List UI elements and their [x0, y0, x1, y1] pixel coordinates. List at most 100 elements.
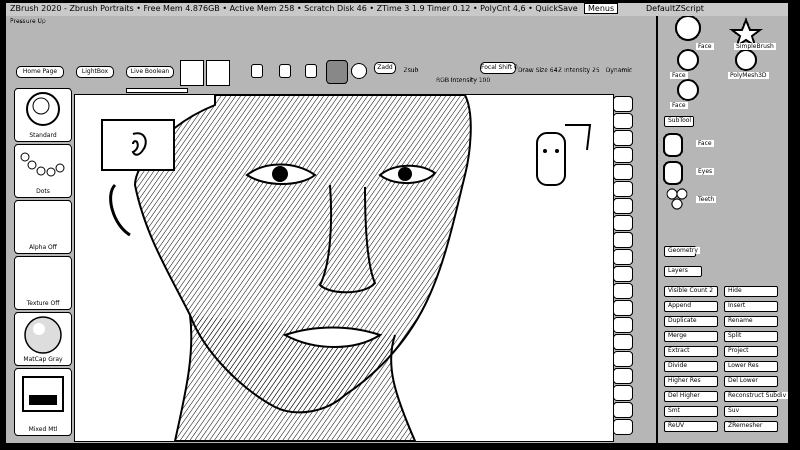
zadd-button[interactable]: Zadd [374, 62, 396, 74]
geometry-header[interactable]: Geometry [664, 246, 700, 257]
subtool-item-face[interactable]: Face [696, 140, 714, 147]
tool-palette: Face SimpleBrush Face PolyMesh3D Face Su… [656, 16, 788, 443]
rgb-intensity-slider[interactable]: RGB Intensity 100 [436, 76, 490, 86]
right-tool-floor[interactable] [613, 232, 633, 248]
edit-button[interactable] [180, 60, 204, 86]
palette-row-label: Rename [726, 317, 755, 324]
palette-row-label: Reconstruct Subdiv [726, 392, 788, 399]
live-boolean-button[interactable]: Live Boolean [126, 66, 174, 78]
right-tool-ghost[interactable] [613, 385, 633, 401]
menus-button[interactable]: Menus [584, 3, 619, 14]
palette-row-label: Split [726, 332, 744, 339]
right-tool-actual[interactable] [613, 164, 633, 180]
brush-slot-label: Standard [29, 132, 57, 139]
palette-row-reconstruct-subdiv[interactable]: Reconstruct Subdiv [724, 391, 788, 402]
alpha-slot-label: Alpha Off [29, 244, 57, 251]
palette-row-split[interactable]: Split [724, 331, 778, 342]
right-tool-line-fill[interactable] [613, 334, 633, 350]
ribbon-divider [126, 88, 188, 93]
draw-button[interactable] [206, 60, 230, 86]
palette-row-label: ReUV [666, 422, 687, 429]
palette-row-hide[interactable]: Hide [724, 286, 778, 297]
palette-row-reuv[interactable]: ReUV [664, 421, 718, 432]
palette-row-label: Project [726, 347, 751, 354]
palette-row-lower-res[interactable]: Lower Res [724, 361, 778, 372]
subtool-item-eyes[interactable]: Eyes [696, 168, 715, 175]
palette-row-smt[interactable]: Smt [664, 406, 718, 417]
palette-row-divide[interactable]: Divide [664, 361, 718, 372]
palette-row-suv[interactable]: Suv [724, 406, 778, 417]
zsub-button[interactable]: Zsub [400, 66, 422, 76]
scale-mode-button[interactable] [279, 64, 291, 78]
palette-row-append[interactable]: Append [664, 301, 718, 312]
palette-row-project[interactable]: Project [724, 346, 778, 357]
palette-row-label: Insert [726, 302, 748, 309]
palette-row-label: Del Higher [666, 392, 702, 399]
window-title: ZBrush 2020 - Zbrush Portraits • Free Me… [10, 4, 578, 13]
stroke-slot[interactable]: Dots [14, 144, 72, 198]
palette-row-label: Visible Count 2 [666, 287, 716, 294]
right-tool-move[interactable] [613, 283, 633, 299]
tool-label-1: Face [696, 43, 714, 50]
right-tool-polyf[interactable] [613, 351, 633, 367]
material-slot[interactable]: MatCap Gray [14, 312, 72, 366]
rotate-mode-button[interactable] [305, 64, 317, 78]
right-tool-transp[interactable] [613, 368, 633, 384]
draw-size-slider[interactable]: Draw Size 64 [518, 66, 557, 76]
color-slot[interactable]: Mixed Mtl [14, 368, 72, 436]
palette-row-del-lower[interactable]: Del Lower [724, 376, 778, 387]
layers-header[interactable]: Layers [664, 266, 702, 277]
matcap-sphere-icon [24, 316, 62, 354]
right-tool-frame[interactable] [613, 266, 633, 282]
lightbox-button[interactable]: LightBox [76, 66, 114, 78]
document-canvas[interactable] [74, 94, 614, 442]
palette-row-zremesher[interactable]: ZRemesher [724, 421, 778, 432]
subtool-item-teeth[interactable]: Teeth [696, 196, 717, 203]
material-swatch[interactable] [326, 60, 348, 84]
left-shelf: Standard Dots Alpha Off Texture Off MatC… [14, 88, 72, 440]
z-intensity-slider[interactable]: Z Intensity 25 [558, 66, 600, 76]
palette-row-label: Hide [726, 287, 744, 294]
move-mode-button[interactable] [251, 64, 263, 78]
right-tool-bpr[interactable] [613, 96, 633, 112]
right-tool-aahalf[interactable] [613, 181, 633, 197]
right-tool-dynamic[interactable] [613, 198, 633, 214]
palette-row-label: Smt [666, 407, 683, 414]
texture-slot-label: Texture Off [26, 300, 60, 307]
subtool-header[interactable]: SubTool [664, 116, 694, 127]
palette-row-del-higher[interactable]: Del Higher [664, 391, 718, 402]
palette-row-extract[interactable]: Extract [664, 346, 718, 357]
right-tool-scale[interactable] [613, 300, 633, 316]
right-tool-xpose[interactable] [613, 419, 633, 435]
right-tool-solo[interactable] [613, 402, 633, 418]
brush-slot[interactable]: Standard [14, 88, 72, 142]
palette-row-visible-count-2[interactable]: Visible Count 2 [664, 286, 718, 297]
palette-row-merge[interactable]: Merge [664, 331, 718, 342]
title-bar: ZBrush 2020 - Zbrush Portraits • Free Me… [6, 3, 788, 16]
palette-row-label: Append [666, 302, 694, 309]
home-page-button[interactable]: Home Page [16, 66, 64, 78]
alpha-slot[interactable]: Alpha Off [14, 200, 72, 254]
palette-row-label: Suv [726, 407, 742, 414]
tool-label-4: PolyMesh3D [728, 72, 769, 79]
right-tool-persp[interactable] [613, 215, 633, 231]
palette-row-label: Divide [666, 362, 690, 369]
right-tool-rotate[interactable] [613, 317, 633, 333]
color-picker-icon[interactable] [351, 63, 367, 79]
palette-row-duplicate[interactable]: Duplicate [664, 316, 718, 327]
palette-row-label: Duplicate [666, 317, 699, 324]
dynamic-button[interactable]: Dynamic [602, 66, 636, 76]
right-tool-scroll[interactable] [613, 130, 633, 146]
texture-slot[interactable]: Texture Off [14, 256, 72, 310]
top-ribbon: Home Page LightBox Live Boolean Zadd Zsu… [6, 16, 652, 93]
right-tool-local[interactable] [613, 249, 633, 265]
right-tool-zoom[interactable] [613, 147, 633, 163]
palette-row-higher-res[interactable]: Higher Res [664, 376, 718, 387]
reference-thumbnail[interactable] [101, 119, 175, 171]
right-tool-spix-3[interactable] [613, 113, 633, 129]
palette-row-insert[interactable]: Insert [724, 301, 778, 312]
tool-thumbnails [675, 16, 763, 101]
palette-row-rename[interactable]: Rename [724, 316, 778, 327]
palette-row-label: Higher Res [666, 377, 703, 384]
focal-shift-slider[interactable]: Focal Shift 0 [480, 62, 518, 74]
